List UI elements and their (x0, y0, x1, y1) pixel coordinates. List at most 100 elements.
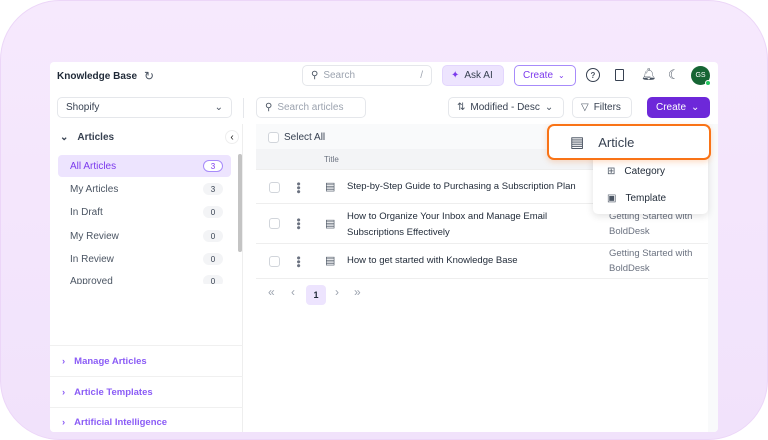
chevron-down-icon: ⌄ (214, 102, 223, 113)
pagination: « ‹ 1 › » (256, 279, 708, 432)
collapse-sidebar-icon[interactable]: ‹ (225, 130, 239, 144)
global-search-input[interactable]: ⚲ Search / (302, 65, 432, 86)
sidebar-group-article-templates[interactable]: › Article Templates (50, 376, 243, 407)
bell-icon[interactable]: 🔔︎ (641, 67, 656, 81)
more-options-icon[interactable]: ••• (292, 182, 304, 194)
count-badge: 3 (203, 183, 223, 195)
item-label: My Articles (70, 183, 119, 195)
page-title: Knowledge Base (57, 71, 138, 82)
sidebar-group-manage-articles[interactable]: › Manage Articles (50, 345, 243, 376)
sidebar-item-in-review[interactable]: In Review 0 (58, 248, 231, 270)
sort-icon: ⇅ (457, 102, 466, 113)
table-row[interactable]: ••• ▤ How to get started with Knowledge … (256, 244, 708, 279)
article-icon: ▤ (325, 255, 336, 267)
chevron-down-icon: ⌄ (558, 71, 565, 80)
bookmark-icon[interactable] (615, 69, 624, 81)
menu-label: Article (598, 134, 635, 150)
section-title: Articles (77, 132, 115, 143)
row-checkbox[interactable] (269, 182, 280, 193)
clipped-list: Approved 0 (50, 272, 235, 284)
sidebar-scrollbar[interactable] (238, 154, 242, 252)
chevron-right-icon: › (62, 417, 66, 428)
online-status-icon (705, 80, 711, 86)
last-page-icon[interactable]: » (354, 285, 361, 299)
sidebar-group-artificial-intelligence[interactable]: › Artificial Intelligence (50, 407, 243, 432)
menu-item-template[interactable]: ▣ Template (607, 193, 666, 204)
brand-select[interactable]: Shopify ⌄ (57, 97, 232, 118)
ask-ai-label: Ask AI (464, 70, 493, 81)
ask-ai-button[interactable]: ✦ Ask AI (442, 65, 504, 86)
item-label: My Review (70, 230, 119, 242)
sidebar-item-in-draft[interactable]: In Draft 0 (58, 201, 231, 223)
sort-label: Modified - Desc (470, 102, 540, 113)
header-create-button[interactable]: Create ⌄ (514, 65, 576, 86)
help-icon[interactable]: ? (586, 68, 600, 82)
filter-icon: ▽ (581, 102, 589, 113)
create-menu: ⊞ Category ▣ Template (593, 154, 708, 214)
avatar-initials: GS (695, 72, 706, 79)
article-title[interactable]: Step-by-Step Guide to Purchasing a Subsc… (347, 179, 576, 195)
menu-label: Template (625, 193, 667, 204)
chevron-right-icon: › (62, 386, 66, 398)
row-checkbox[interactable] (269, 256, 280, 267)
group-label: Artificial Intelligence (74, 417, 168, 428)
more-options-icon[interactable]: ••• (292, 218, 304, 230)
prev-page-icon[interactable]: ‹ (291, 285, 295, 299)
article-category: Getting Started with BoldDesk (609, 248, 693, 274)
search-icon: ⚲ (265, 102, 273, 113)
moon-icon[interactable]: ☾ (668, 67, 680, 83)
select-all-checkbox[interactable] (268, 132, 279, 143)
item-label: All Articles (70, 160, 117, 172)
next-page-icon[interactable]: › (335, 285, 339, 299)
more-options-icon[interactable]: ••• (292, 256, 304, 268)
menu-item-category[interactable]: ⊞ Category (607, 166, 665, 177)
item-label: In Draft (70, 206, 103, 218)
sidebar-item-my-articles[interactable]: My Articles 3 (58, 178, 231, 200)
create-button[interactable]: Create ⌄ (647, 97, 710, 118)
article-icon: ▤ (325, 218, 336, 230)
refresh-icon[interactable]: ↻ (144, 69, 154, 83)
ai-icon: ✦ (451, 70, 460, 81)
group-label: Article Templates (74, 386, 153, 398)
item-label: In Review (70, 253, 114, 265)
article-icon: ▤ (325, 181, 336, 193)
article-title[interactable]: How to Organize Your Inbox and Manage Em… (347, 209, 587, 241)
article-icon: ▤ (570, 134, 585, 151)
count-badge: 0 (203, 253, 223, 265)
create-label: Create (656, 102, 687, 113)
app-window: Knowledge Base ↻ ⚲ Search / ✦ Ask AI Crea… (50, 62, 718, 432)
search-articles-input[interactable]: ⚲ Search articles (256, 97, 366, 118)
chevron-right-icon: › (62, 355, 66, 367)
column-title: Title (324, 155, 339, 164)
create-label: Create (523, 70, 554, 81)
sidebar-item-my-review[interactable]: My Review 0 (58, 225, 231, 247)
menu-item-article[interactable]: ▤ Article (547, 124, 711, 160)
chevron-down-icon: ⌄ (544, 102, 554, 113)
sidebar-item-approved[interactable]: Approved 0 (58, 272, 231, 284)
search-placeholder: Search (323, 70, 356, 81)
count-badge: 0 (203, 275, 223, 284)
sort-dropdown[interactable]: ⇅ Modified - Desc ⌄ (448, 97, 564, 118)
group-label: Manage Articles (74, 355, 147, 367)
row-checkbox[interactable] (269, 218, 280, 229)
divider (243, 98, 244, 118)
filters-button[interactable]: ▽ Filters (572, 97, 632, 118)
page-1-button[interactable]: 1 (306, 285, 326, 305)
chevron-down-icon: ⌄ (691, 102, 700, 113)
chevron-down-icon: ⌄ (60, 132, 69, 143)
select-all-label: Select All (284, 132, 326, 143)
menu-label: Category (624, 166, 665, 177)
count-badge: 3 (203, 160, 223, 172)
articles-section-header[interactable]: ⌄ Articles (60, 132, 114, 143)
article-title[interactable]: How to get started with Knowledge Base (347, 253, 518, 269)
search-articles-placeholder: Search articles (277, 102, 344, 113)
count-badge: 0 (203, 206, 223, 218)
count-badge: 0 (203, 230, 223, 242)
first-page-icon[interactable]: « (268, 285, 275, 299)
item-label: Approved (70, 275, 113, 285)
grid-icon: ⊞ (607, 166, 616, 177)
sidebar-item-all-articles[interactable]: All Articles 3 (58, 155, 231, 177)
brand-select-value: Shopify (66, 102, 100, 113)
search-icon: ⚲ (311, 70, 319, 81)
template-icon: ▣ (607, 193, 617, 204)
